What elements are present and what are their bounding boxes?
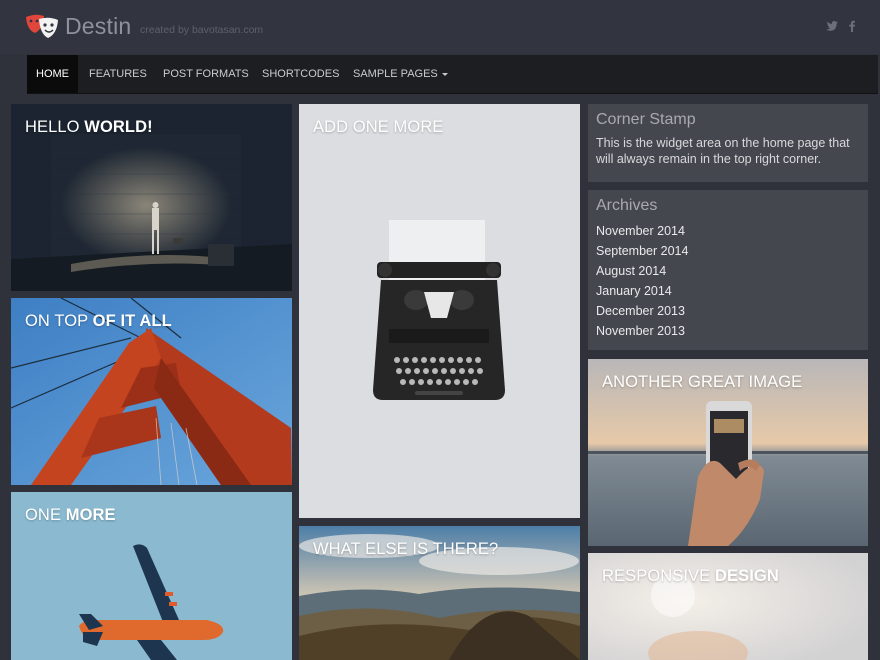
archive-link[interactable]: November 2013 bbox=[596, 321, 688, 341]
tile-title: What Else is There? bbox=[313, 540, 499, 558]
archive-link[interactable]: August 2014 bbox=[596, 261, 688, 281]
post-tile-hello-world[interactable]: Hello World! bbox=[11, 104, 292, 291]
main-nav: Home Features Post Formats Shortcodes Sa… bbox=[27, 55, 878, 94]
post-tile-responsive-design[interactable]: Responsive Design bbox=[588, 553, 868, 660]
nav-item-post-formats[interactable]: Post Formats bbox=[163, 55, 249, 93]
archive-link[interactable]: December 2013 bbox=[596, 301, 688, 321]
corner-stamp-widget: Corner Stamp This is the widget area on … bbox=[588, 104, 868, 182]
nav-item-home[interactable]: Home bbox=[27, 55, 78, 93]
tile-title: On Top of it all bbox=[25, 312, 172, 330]
widget-text: This is the widget area on the home page… bbox=[596, 136, 850, 166]
tile-title: One More bbox=[25, 506, 116, 524]
post-tile-another-great-image[interactable]: Another Great Image bbox=[588, 359, 868, 546]
tile-image-typewriter bbox=[299, 104, 580, 518]
post-tile-add-one-more[interactable]: Add One More bbox=[299, 104, 580, 518]
nav-item-features[interactable]: Features bbox=[89, 55, 147, 93]
widget-title: Archives bbox=[596, 197, 658, 214]
tile-title: Another Great Image bbox=[602, 373, 803, 391]
widget-title: Corner Stamp bbox=[596, 111, 696, 128]
site-header: Destin created by bavotasan.com bbox=[0, 0, 880, 54]
archive-link[interactable]: January 2014 bbox=[596, 281, 688, 301]
post-tile-what-else[interactable]: What Else is There? bbox=[299, 526, 580, 660]
archive-list: November 2014 September 2014 August 2014… bbox=[596, 221, 688, 341]
facebook-icon[interactable] bbox=[845, 19, 859, 33]
caret-down-icon bbox=[441, 72, 448, 76]
post-tile-one-more[interactable]: One More bbox=[11, 492, 292, 660]
post-tile-on-top[interactable]: On Top of it all bbox=[11, 298, 292, 485]
site-tagline: created by bavotasan.com bbox=[140, 24, 264, 36]
tile-title: Hello World! bbox=[25, 118, 153, 136]
archive-link[interactable]: September 2014 bbox=[596, 241, 688, 261]
nav-item-shortcodes[interactable]: Shortcodes bbox=[262, 55, 339, 93]
tile-title: Responsive Design bbox=[602, 567, 779, 585]
twitter-icon[interactable] bbox=[825, 19, 839, 33]
archives-widget: Archives November 2014 September 2014 Au… bbox=[588, 190, 868, 350]
nav-item-sample-pages[interactable]: Sample Pages bbox=[353, 55, 448, 93]
archive-link[interactable]: November 2014 bbox=[596, 221, 688, 241]
tile-title: Add One More bbox=[313, 118, 444, 136]
theater-masks-icon[interactable] bbox=[24, 13, 62, 41]
site-title[interactable]: Destin bbox=[65, 13, 131, 40]
